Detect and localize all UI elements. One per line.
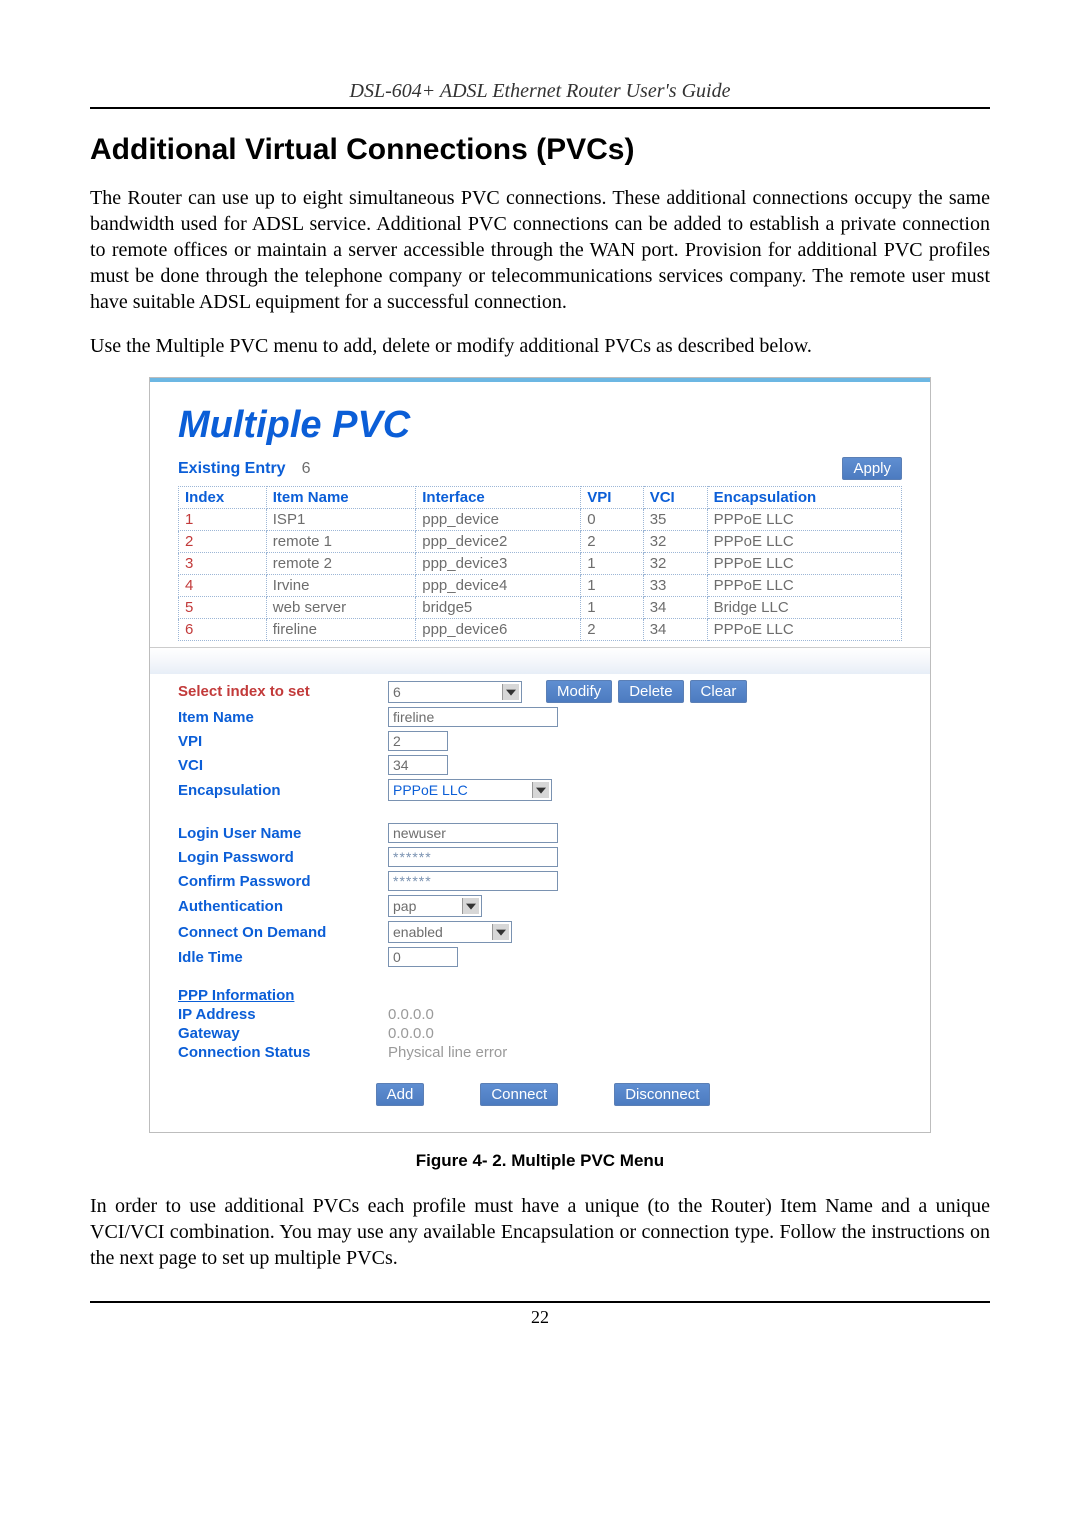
idle-time-input[interactable]: 0 (388, 947, 458, 967)
pvc-table: Index Item Name Interface VPI VCI Encaps… (178, 486, 902, 641)
vpi-label: VPI (178, 733, 388, 750)
modify-button[interactable]: Modify (546, 680, 612, 703)
connection-status-label: Connection Status (178, 1044, 388, 1061)
encap-value: PPPoE LLC (393, 782, 468, 798)
idle-time-label: Idle Time (178, 949, 388, 966)
ip-value: 0.0.0.0 (388, 1006, 434, 1023)
vci-label: VCI (178, 757, 388, 774)
existing-entry-label: Existing Entry (178, 460, 286, 478)
add-button[interactable]: Add (376, 1083, 425, 1106)
intro-paragraph-1: The Router can use up to eight simultane… (90, 185, 990, 315)
gateway-value: 0.0.0.0 (388, 1025, 434, 1042)
connect-on-demand-value: enabled (393, 924, 443, 940)
panel-title: Multiple PVC (178, 404, 410, 447)
encap-dropdown[interactable]: PPPoE LLC (388, 779, 552, 801)
chevron-down-icon (496, 930, 506, 936)
col-item: Item Name (266, 487, 415, 509)
table-row: 4 Irvine ppp_device4 1 33 PPPoE LLC (179, 575, 902, 597)
select-index-dropdown[interactable]: 6 (388, 681, 522, 703)
item-name-input[interactable]: fireline (388, 707, 558, 727)
clear-button[interactable]: Clear (690, 680, 748, 703)
page-number: 22 (531, 1307, 549, 1327)
auth-dropdown[interactable]: pap (388, 895, 482, 917)
multiple-pvc-panel: Multiple PVC Existing Entry 6 Apply Inde… (149, 377, 931, 1133)
vci-input[interactable]: 34 (388, 755, 448, 775)
chevron-down-icon (536, 788, 546, 794)
delete-button[interactable]: Delete (618, 680, 683, 703)
connection-status-value: Physical line error (388, 1044, 507, 1061)
table-row: 6 fireline ppp_device6 2 34 PPPoE LLC (179, 619, 902, 641)
closing-paragraph: In order to use additional PVCs each pro… (90, 1193, 990, 1271)
vpi-input[interactable]: 2 (388, 731, 448, 751)
figure-caption: Figure 4- 2. Multiple PVC Menu (90, 1151, 990, 1171)
col-index: Index (179, 487, 267, 509)
select-index-label: Select index to set (178, 683, 388, 700)
disconnect-button[interactable]: Disconnect (614, 1083, 710, 1106)
auth-label: Authentication (178, 898, 388, 915)
connect-on-demand-dropdown[interactable]: enabled (388, 921, 512, 943)
connect-on-demand-label: Connect On Demand (178, 924, 388, 941)
auth-value: pap (393, 898, 416, 914)
login-password-input[interactable]: ****** (388, 847, 558, 867)
gateway-label: Gateway (178, 1025, 388, 1042)
item-name-label: Item Name (178, 709, 388, 726)
table-row: 1 ISP1 ppp_device 0 35 PPPoE LLC (179, 509, 902, 531)
col-iface: Interface (416, 487, 581, 509)
login-user-input[interactable]: newuser (388, 823, 558, 843)
table-row: 5 web server bridge5 1 34 Bridge LLC (179, 597, 902, 619)
col-vci: VCI (643, 487, 707, 509)
chevron-down-icon (466, 904, 476, 910)
confirm-password-input[interactable]: ****** (388, 871, 558, 891)
login-user-label: Login User Name (178, 825, 388, 842)
table-row: 3 remote 2 ppp_device3 1 32 PPPoE LLC (179, 553, 902, 575)
existing-entry-count: 6 (302, 460, 311, 478)
running-header: DSL-604+ ADSL Ethernet Router User's Gui… (90, 80, 990, 109)
table-row: 2 remote 1 ppp_device2 2 32 PPPoE LLC (179, 531, 902, 553)
connect-button[interactable]: Connect (480, 1083, 558, 1106)
ppp-info-heading: PPP Information (178, 987, 902, 1004)
col-vpi: VPI (581, 487, 644, 509)
intro-paragraph-2: Use the Multiple PVC menu to add, delete… (90, 333, 990, 359)
confirm-password-label: Confirm Password (178, 873, 388, 890)
ip-label: IP Address (178, 1006, 388, 1023)
col-encap: Encapsulation (707, 487, 901, 509)
section-title: Additional Virtual Connections (PVCs) (90, 133, 990, 167)
login-password-label: Login Password (178, 849, 388, 866)
table-header-row: Index Item Name Interface VPI VCI Encaps… (179, 487, 902, 509)
apply-button[interactable]: Apply (842, 457, 902, 480)
encap-label: Encapsulation (178, 782, 388, 799)
select-index-value: 6 (393, 684, 401, 700)
chevron-down-icon (506, 689, 516, 695)
panel-separator (150, 647, 930, 674)
